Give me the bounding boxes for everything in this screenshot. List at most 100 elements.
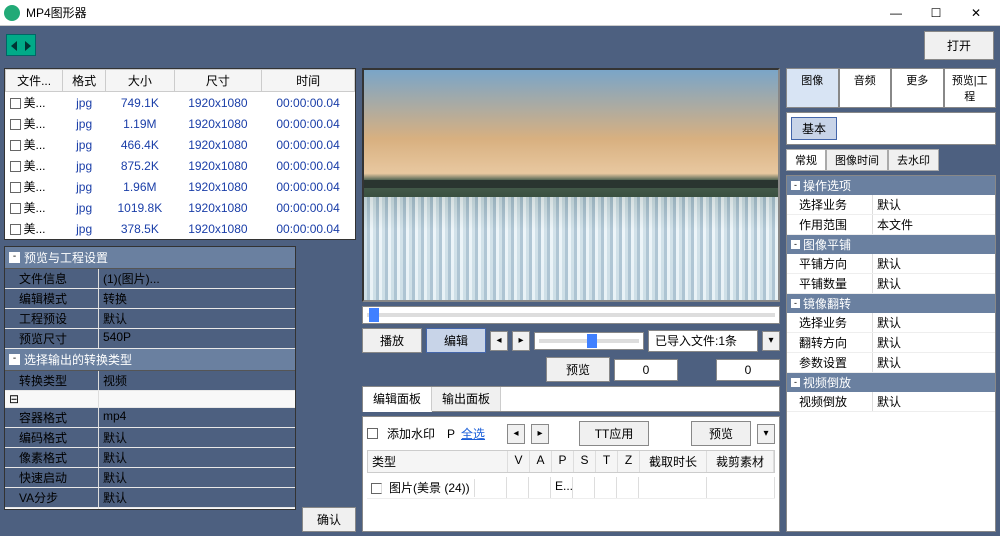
property-row[interactable]: 参数设置默认: [787, 353, 995, 373]
watermark-label: 添加水印: [387, 425, 435, 442]
col-header[interactable]: 格式: [63, 70, 106, 92]
property-row[interactable]: 像素格式默认: [5, 448, 295, 468]
watermark-checkbox[interactable]: [367, 428, 378, 439]
row-checkbox[interactable]: [10, 140, 21, 151]
timeline-slider[interactable]: [362, 306, 780, 324]
collapse-icon[interactable]: -: [9, 252, 20, 263]
col-header[interactable]: 尺寸: [174, 70, 262, 92]
group-header[interactable]: -视频倒放: [787, 373, 995, 392]
table-row[interactable]: 美...jpg749.1K1920x108000:00:00.04: [6, 92, 355, 114]
row-checkbox[interactable]: [10, 161, 21, 172]
open-button[interactable]: 打开: [924, 31, 994, 60]
property-row[interactable]: 编码格式默认: [5, 428, 295, 448]
property-row[interactable]: 翻转方向默认: [787, 333, 995, 353]
col-header[interactable]: 文件...: [6, 70, 63, 92]
group-preview-settings[interactable]: -预览与工程设置: [5, 247, 295, 269]
property-row[interactable]: 平铺方向默认: [787, 254, 995, 274]
table-row[interactable]: 美...jpg1019.8K1920x108000:00:00.04: [6, 197, 355, 218]
group-header[interactable]: -图像平铺: [787, 235, 995, 254]
edit-button[interactable]: 编辑: [426, 328, 486, 353]
next2-icon[interactable]: ▸: [531, 424, 549, 444]
imported-status: 已导入文件:1条: [648, 330, 758, 352]
play-button[interactable]: 播放: [362, 328, 422, 353]
collapse-icon[interactable]: -: [791, 378, 800, 387]
tab-image[interactable]: 图像: [786, 68, 839, 108]
row-checkbox[interactable]: [10, 182, 21, 193]
app-icon: [4, 5, 20, 21]
basic-button[interactable]: 基本: [791, 117, 837, 140]
property-row[interactable]: 平铺数量默认: [787, 274, 995, 294]
row-checkbox[interactable]: [10, 224, 21, 235]
hscrollbar[interactable]: ◂ ▸: [5, 239, 355, 240]
col-header[interactable]: 大小: [106, 70, 175, 92]
property-row[interactable]: 选择业务默认: [787, 195, 995, 215]
expand-icon[interactable]: ⊟: [5, 391, 99, 407]
group-convert-type[interactable]: -选择输出的转换类型: [5, 349, 295, 371]
subtab-dewatermark[interactable]: 去水印: [888, 149, 939, 171]
next-icon[interactable]: ▸: [512, 331, 530, 351]
group-header[interactable]: -镜像翻转: [787, 294, 995, 313]
confirm-button[interactable]: 确认: [302, 507, 356, 532]
tab-output-panel[interactable]: 输出面板: [432, 387, 501, 411]
right-tabs: 图像 音频 更多 预览|工程: [786, 68, 996, 108]
property-row[interactable]: 作用范围本文件: [787, 215, 995, 235]
property-row[interactable]: 容器格式mp4: [5, 408, 295, 428]
row-checkbox[interactable]: [10, 98, 21, 109]
property-row[interactable]: 编辑模式转换: [5, 289, 295, 309]
list-header: 类型 V A P S T Z 截取时长 裁剪素材: [367, 450, 775, 473]
collapse-icon[interactable]: -: [791, 240, 800, 249]
table-row[interactable]: 美...jpg466.4K1920x108000:00:00.04: [6, 134, 355, 155]
mid-tabs: 编辑面板 输出面板: [362, 386, 780, 412]
tab-edit-panel[interactable]: 编辑面板: [363, 387, 432, 412]
property-row[interactable]: 快速启动默认: [5, 468, 295, 488]
group-header[interactable]: -操作选项: [787, 176, 995, 195]
prev-icon[interactable]: ◂: [490, 331, 508, 351]
property-row[interactable]: VA分步默认: [5, 488, 295, 508]
col-header[interactable]: 时间: [262, 70, 355, 92]
list-item[interactable]: 图片(美景 (24)) E...: [367, 477, 775, 499]
prev2-icon[interactable]: ◂: [507, 424, 525, 444]
tab-more[interactable]: 更多: [891, 68, 944, 108]
value-a[interactable]: 0: [614, 359, 678, 381]
maximize-button[interactable]: ☐: [916, 0, 956, 26]
property-row[interactable]: 预览尺寸540P: [5, 329, 295, 349]
preview-image: [362, 68, 780, 302]
titlebar: MP4图形器 — ☐ ✕: [0, 0, 1000, 26]
settings-panel: -预览与工程设置 文件信息(1)(图片)...编辑模式转换工程预设默认预览尺寸5…: [4, 246, 296, 510]
value-b[interactable]: 0: [716, 359, 780, 381]
preview-button[interactable]: 预览: [546, 357, 610, 382]
row-checkbox[interactable]: [10, 203, 21, 214]
property-row[interactable]: 文件信息(1)(图片)...: [5, 269, 295, 289]
table-row[interactable]: 美...jpg875.2K1920x108000:00:00.04: [6, 155, 355, 176]
property-row[interactable]: 转换类型视频: [5, 371, 295, 391]
collapse-icon[interactable]: -: [791, 299, 800, 308]
sub-slider[interactable]: [534, 332, 644, 350]
tt-apply-button[interactable]: TT应用: [579, 421, 649, 446]
row-checkbox[interactable]: [371, 483, 382, 494]
table-row[interactable]: 美...jpg1.19M1920x108000:00:00.04: [6, 113, 355, 134]
select-all-link[interactable]: 全选: [461, 425, 485, 442]
collapse-icon[interactable]: -: [791, 181, 800, 190]
table-row[interactable]: 美...jpg1.96M1920x108000:00:00.04: [6, 176, 355, 197]
tab-preview-project[interactable]: 预览|工程: [944, 68, 997, 108]
dropdown-icon[interactable]: ▾: [762, 331, 780, 351]
subtab-image-time[interactable]: 图像时间: [826, 149, 888, 171]
edit-panel: 添加水印 P 全选 ◂ ▸ TT应用 预览 ▾ 类型 V A P S T Z: [362, 416, 780, 532]
property-row[interactable]: 工程预设默认: [5, 309, 295, 329]
subtab-general[interactable]: 常规: [786, 149, 826, 171]
toolbar: 打开: [0, 26, 1000, 64]
expand-icon[interactable]: ⊟: [5, 508, 99, 510]
file-table[interactable]: 文件...格式大小尺寸时间 美...jpg749.1K1920x108000:0…: [4, 68, 356, 240]
collapse-icon[interactable]: -: [9, 354, 20, 365]
preview2-button[interactable]: 预览: [691, 421, 751, 446]
minimize-button[interactable]: —: [876, 0, 916, 26]
p-label: P: [447, 427, 455, 441]
close-button[interactable]: ✕: [956, 0, 996, 26]
tab-audio[interactable]: 音频: [839, 68, 892, 108]
right-subtabs: 常规 图像时间 去水印: [786, 149, 996, 171]
property-row[interactable]: 选择业务默认: [787, 313, 995, 333]
dropdown2-icon[interactable]: ▾: [757, 424, 775, 444]
row-checkbox[interactable]: [10, 119, 21, 130]
table-row[interactable]: 美...jpg378.5K1920x108000:00:00.04: [6, 218, 355, 239]
property-row[interactable]: 视频倒放默认: [787, 392, 995, 412]
